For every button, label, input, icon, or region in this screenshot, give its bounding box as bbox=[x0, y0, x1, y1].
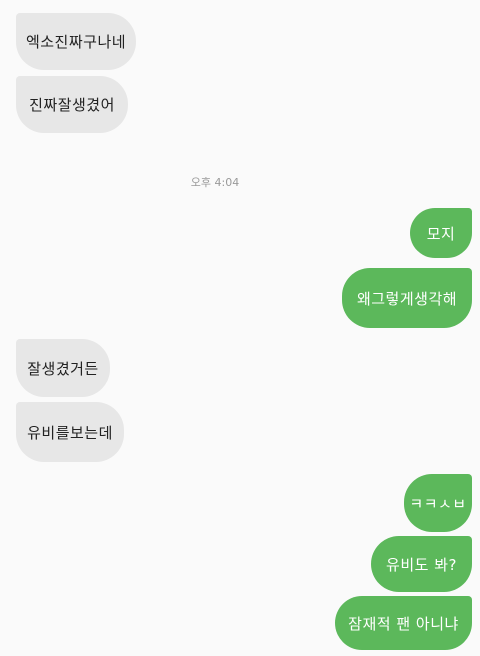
received-message: 엑소진짜구나네 bbox=[16, 13, 136, 70]
sent-message: 왜그렇게생각해 bbox=[342, 268, 472, 328]
sent-message: 잠재적 팬 아니냐 bbox=[335, 596, 472, 650]
sent-message: ㅋㅋㅅㅂ bbox=[404, 474, 472, 532]
sent-message: 유비도 봐? bbox=[371, 536, 472, 592]
message-timestamp: 오후 4:04 bbox=[190, 176, 240, 189]
received-message: 진짜잘생겼어 bbox=[16, 76, 128, 133]
sent-message: 모지 bbox=[410, 208, 472, 258]
received-message: 잘생겼거든 bbox=[16, 339, 110, 397]
received-message: 유비를보는데 bbox=[16, 402, 124, 462]
